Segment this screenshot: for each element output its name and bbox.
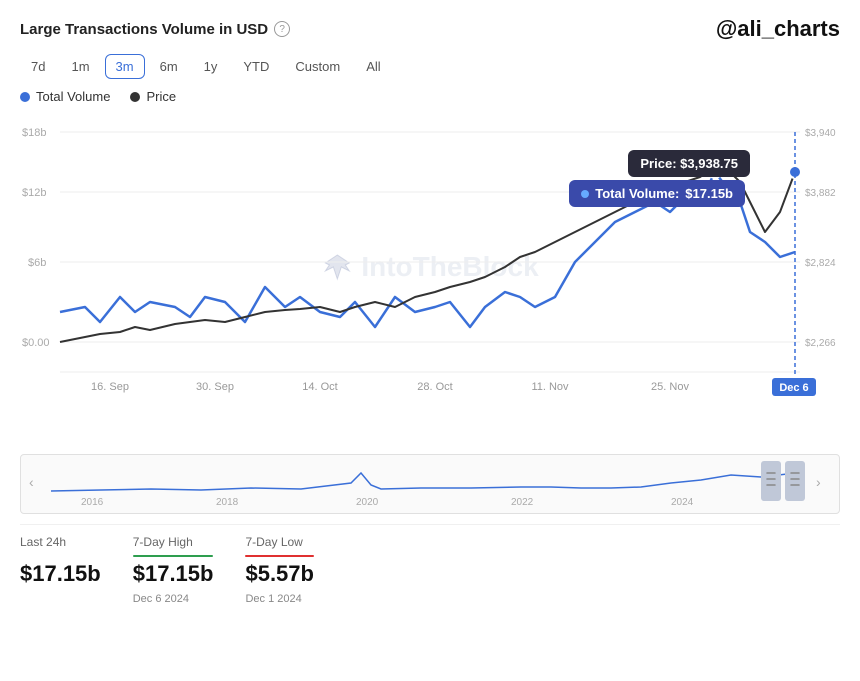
stat-7d-high-sub: Dec 6 2024 [133, 593, 214, 605]
stat-7d-low-sub: Dec 1 2024 [245, 593, 314, 605]
stat-last24h: Last 24h $17.15b [20, 535, 101, 605]
tooltip-price-label: Price: [640, 156, 676, 171]
filter-btn-6m[interactable]: 6m [149, 54, 189, 79]
svg-text:Dec 6: Dec 6 [779, 382, 808, 394]
legend-dot-volume [20, 92, 30, 102]
help-icon[interactable]: ? [274, 21, 290, 37]
filter-btn-1m[interactable]: 1m [60, 54, 100, 79]
filter-btn-all[interactable]: All [355, 54, 391, 79]
legend-label-volume: Total Volume [36, 89, 110, 104]
svg-text:11. Nov: 11. Nov [531, 381, 569, 393]
stat-7d-low-underline [245, 555, 314, 557]
filter-btn-1y[interactable]: 1y [193, 54, 229, 79]
stat-7d-low: 7-Day Low $5.57b Dec 1 2024 [245, 535, 314, 605]
svg-text:16. Sep: 16. Sep [91, 381, 129, 393]
filter-btn-ytd[interactable]: YTD [232, 54, 280, 79]
svg-text:2024: 2024 [671, 497, 694, 508]
stat-last24h-underline [20, 555, 101, 557]
svg-text:25. Nov: 25. Nov [651, 381, 689, 393]
svg-text:›: › [816, 474, 821, 490]
tooltip-volume: Total Volume: $17.15b [569, 180, 745, 207]
tooltip-price: Price: $3,938.75 [628, 150, 750, 177]
page-title: Large Transactions Volume in USD [20, 21, 268, 38]
svg-text:$3,940: $3,940 [805, 128, 836, 139]
stats-row: Last 24h $17.15b 7-Day High $17.15b Dec … [20, 524, 840, 605]
svg-text:2020: 2020 [356, 497, 379, 508]
stat-7d-high-value: $17.15b [133, 561, 214, 587]
svg-text:2018: 2018 [216, 497, 239, 508]
legend-price: Price [130, 89, 176, 104]
stat-7d-high: 7-Day High $17.15b Dec 6 2024 [133, 535, 214, 605]
stat-last24h-label: Last 24h [20, 535, 101, 549]
stat-7d-high-label: 7-Day High [133, 535, 214, 549]
legend-total-volume: Total Volume [20, 89, 110, 104]
svg-text:$6b: $6b [28, 257, 46, 269]
title-area: Large Transactions Volume in USD ? [20, 21, 290, 38]
svg-text:$2,266: $2,266 [805, 338, 836, 349]
filter-btn-7d[interactable]: 7d [20, 54, 56, 79]
header-row: Large Transactions Volume in USD ? @ali_… [20, 16, 840, 42]
legend-label-price: Price [146, 89, 176, 104]
filter-btn-3m[interactable]: 3m [105, 54, 145, 79]
main-chart: IntoTheBlock Price: $3,938.75 Total Volu… [20, 112, 840, 422]
stat-7d-high-underline [133, 555, 214, 557]
svg-text:$12b: $12b [22, 187, 46, 199]
filter-btn-custom[interactable]: Custom [284, 54, 351, 79]
svg-text:2016: 2016 [81, 497, 104, 508]
svg-text:2022: 2022 [511, 497, 534, 508]
stat-7d-low-label: 7-Day Low [245, 535, 314, 549]
tooltip-volume-dot [581, 190, 589, 198]
tooltip-price-value: $3,938.75 [680, 156, 738, 171]
svg-text:$0.00: $0.00 [22, 337, 50, 349]
svg-text:$2,824: $2,824 [805, 258, 836, 269]
app-container: Large Transactions Volume in USD ? @ali_… [0, 0, 860, 681]
time-filters: 7d1m3m6m1yYTDCustomAll [20, 54, 840, 79]
tooltip-volume-value: $17.15b [685, 186, 733, 201]
stat-7d-low-value: $5.57b [245, 561, 314, 587]
legend-dot-price [130, 92, 140, 102]
mini-chart-svg: 2016 2018 2020 2022 2024 ‹ › [21, 455, 840, 513]
stat-last24h-value: $17.15b [20, 561, 101, 587]
tooltip-volume-label: Total Volume: [595, 186, 679, 201]
legend-row: Total Volume Price [20, 89, 840, 104]
svg-text:$18b: $18b [22, 127, 46, 139]
svg-text:14. Oct: 14. Oct [302, 381, 337, 393]
mini-chart: 2016 2018 2020 2022 2024 ‹ › [20, 454, 840, 514]
brand-handle: @ali_charts [716, 16, 840, 42]
svg-text:‹: ‹ [29, 474, 34, 490]
svg-text:28. Oct: 28. Oct [417, 381, 452, 393]
svg-text:$3,882: $3,882 [805, 188, 836, 199]
svg-text:30. Sep: 30. Sep [196, 381, 234, 393]
